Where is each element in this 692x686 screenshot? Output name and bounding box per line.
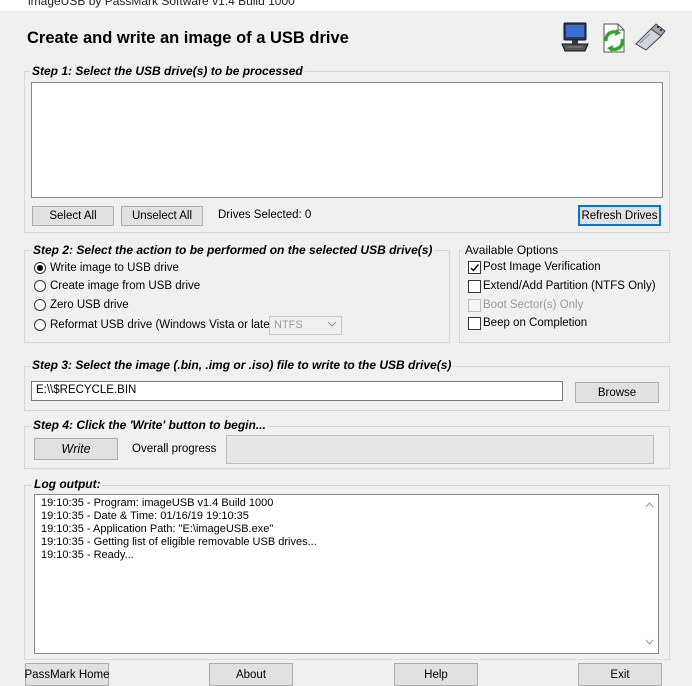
create-image-radio[interactable] xyxy=(34,280,46,292)
write-image-label[interactable]: Write image to USB drive xyxy=(50,262,179,274)
usb-drive-list[interactable] xyxy=(31,82,663,198)
about-button[interactable]: About xyxy=(209,663,293,686)
log-line: 19:10:35 - Getting list of eligible remo… xyxy=(41,536,317,548)
reformat-drive-radio[interactable] xyxy=(34,319,46,331)
zero-drive-label[interactable]: Zero USB drive xyxy=(50,299,129,311)
scroll-up-icon[interactable] xyxy=(645,499,654,511)
select-all-button[interactable]: Select All xyxy=(32,206,114,226)
browse-button[interactable]: Browse xyxy=(575,382,659,403)
chevron-down-icon xyxy=(327,319,337,332)
create-image-label[interactable]: Create image from USB drive xyxy=(50,280,200,292)
overall-progress-label: Overall progress xyxy=(132,443,217,455)
step1-label: Step 1: Select the USB drive(s) to be pr… xyxy=(30,64,305,78)
step4-label: Step 4: Click the 'Write' button to begi… xyxy=(31,418,268,432)
reformat-drive-label[interactable]: Reformat USB drive (Windows Vista or lat… xyxy=(50,319,277,331)
write-button[interactable]: Write xyxy=(34,438,118,460)
image-path-input[interactable]: E:\\$RECYCLE.BIN xyxy=(31,381,563,401)
help-button[interactable]: Help xyxy=(394,663,478,686)
write-image-radio[interactable] xyxy=(34,262,46,274)
scroll-down-icon[interactable] xyxy=(645,637,654,649)
beep-label[interactable]: Beep on Completion xyxy=(483,317,587,329)
log-output[interactable]: 19:10:35 - Program: imageUSB v1.4 Build … xyxy=(34,494,659,654)
computer-icon xyxy=(558,20,592,54)
extend-partition-label[interactable]: Extend/Add Partition (NTFS Only) xyxy=(483,280,656,292)
boot-sector-label: Boot Sector(s) Only xyxy=(483,299,584,311)
page-title: Create and write an image of a USB drive xyxy=(27,29,349,47)
post-verify-checkbox[interactable] xyxy=(468,261,481,274)
drives-selected-count: Drives Selected: 0 xyxy=(218,209,312,221)
checkmark-icon xyxy=(470,264,480,272)
filesystem-select[interactable]: NTFS xyxy=(269,316,342,335)
log-label: Log output: xyxy=(32,477,103,491)
beep-checkbox[interactable] xyxy=(468,317,481,330)
unselect-all-button[interactable]: Unselect All xyxy=(121,206,203,226)
log-lines: 19:10:35 - Program: imageUSB v1.4 Build … xyxy=(41,497,317,562)
window-title: imageUSB by PassMark Software v1.4 Build… xyxy=(28,0,295,8)
filesystem-value: NTFS xyxy=(274,319,303,331)
log-scrollbar[interactable] xyxy=(641,495,658,653)
refresh-drives-button[interactable]: Refresh Drives xyxy=(578,205,661,226)
log-line: 19:10:35 - Application Path: "E:\imageUS… xyxy=(41,523,274,535)
extend-partition-checkbox[interactable] xyxy=(468,280,481,293)
log-line: 19:10:35 - Ready... xyxy=(41,549,134,561)
usb-drive-icon xyxy=(633,22,667,52)
exit-button[interactable]: Exit xyxy=(578,663,662,686)
available-options-label: Available Options xyxy=(463,243,561,257)
log-line: 19:10:35 - Date & Time: 01/16/19 19:10:3… xyxy=(41,510,249,522)
step2-label: Step 2: Select the action to be performe… xyxy=(31,243,435,257)
post-verify-label[interactable]: Post Image Verification xyxy=(483,261,601,273)
boot-sector-checkbox xyxy=(468,299,481,312)
step3-label: Step 3: Select the image (.bin, .img or … xyxy=(30,358,454,372)
window-title-bar: imageUSB by PassMark Software v1.4 Build… xyxy=(0,0,692,11)
passmark-home-button[interactable]: PassMark Home xyxy=(25,663,110,686)
overall-progress-bar xyxy=(226,435,654,464)
refresh-document-icon xyxy=(596,21,630,55)
zero-drive-radio[interactable] xyxy=(34,299,46,311)
log-line: 19:10:35 - Program: imageUSB v1.4 Build … xyxy=(41,497,274,509)
